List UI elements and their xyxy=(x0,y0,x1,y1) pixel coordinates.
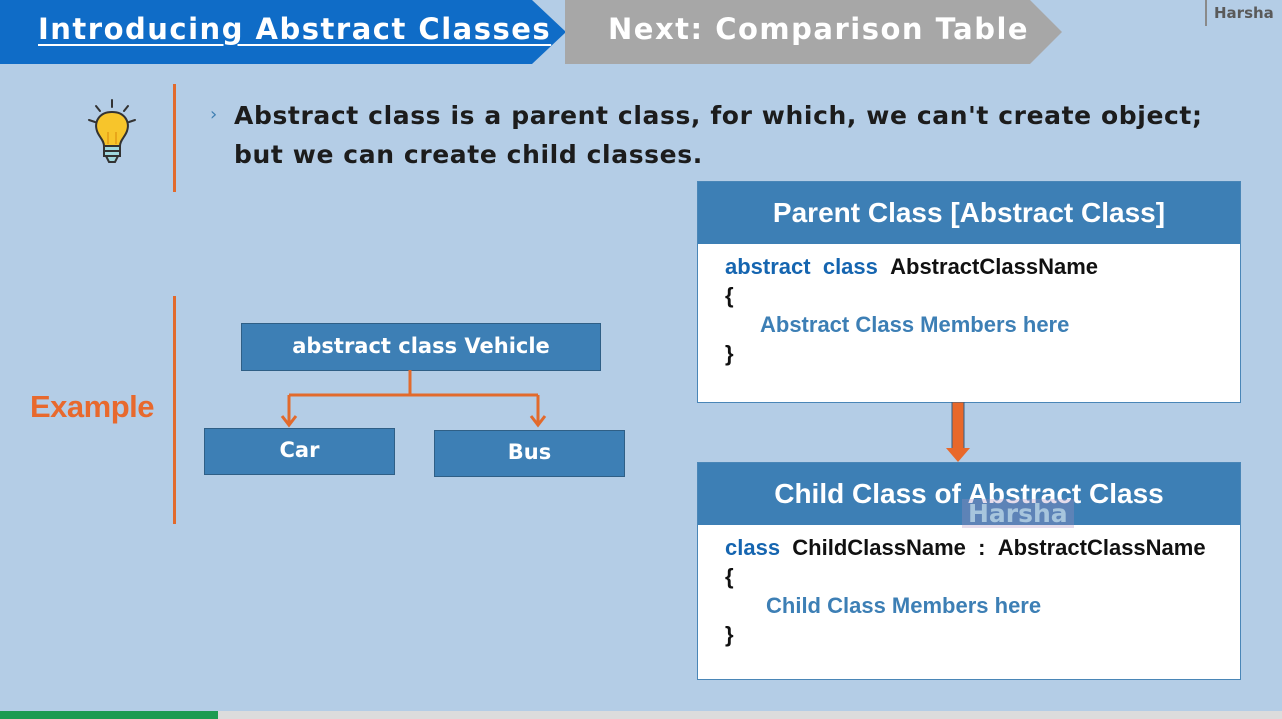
parent-card-title: Parent Class [Abstract Class] xyxy=(698,182,1240,244)
inheritance-arrows xyxy=(280,370,547,428)
close-brace: } xyxy=(725,341,734,366)
example-label: Example xyxy=(30,389,155,424)
class-keyword: class xyxy=(822,254,878,279)
child-class-label-car: Car xyxy=(279,438,320,462)
watermark-subtitle: Web University xyxy=(975,527,1066,541)
example-divider xyxy=(173,296,176,524)
bullet-text: Abstract class is a parent class, for wh… xyxy=(234,101,1203,169)
open-brace: { xyxy=(725,283,734,308)
chevron-right-icon: › xyxy=(210,104,218,125)
child-card-code: class ChildClassName : AbstractClassName… xyxy=(698,525,1240,649)
parent-card-code: abstract class AbstractClassName { Abstr… xyxy=(698,244,1240,368)
child-class-card: Child Class of Abstract Class class Chil… xyxy=(697,462,1241,680)
abstract-members-text: Abstract Class Members here xyxy=(760,312,1070,337)
next-topic-title: Next: Comparison Table xyxy=(608,12,1030,46)
child-members-text: Child Class Members here xyxy=(766,593,1042,618)
child-class-label-bus: Bus xyxy=(507,440,552,464)
tab-next-topic[interactable]: Next: Comparison Table xyxy=(565,0,1062,64)
parent-class-card: Parent Class [Abstract Class] abstract c… xyxy=(697,181,1241,403)
parent-class-box: abstract class Vehicle xyxy=(241,323,601,371)
parent-class-label: abstract class Vehicle xyxy=(292,334,550,358)
video-progress-fill xyxy=(0,711,218,719)
abstract-class-name: AbstractClassName xyxy=(890,254,1098,279)
abstract-keyword: abstract xyxy=(725,254,811,279)
child-open-brace: { xyxy=(725,564,734,589)
child-close-brace: } xyxy=(725,622,734,647)
down-arrow-icon xyxy=(946,402,970,462)
class-keyword-child: class xyxy=(725,535,781,560)
brand-label: Harsha xyxy=(1205,0,1274,26)
tab-current-topic[interactable]: Introducing Abstract Classes xyxy=(0,0,566,64)
video-progress-bar[interactable] xyxy=(0,711,1282,719)
watermark-logo: Harsha xyxy=(962,499,1074,528)
child-class-box-bus: Bus xyxy=(434,430,625,477)
lightbulb-icon xyxy=(88,99,136,163)
bullet-divider xyxy=(173,84,176,192)
child-class-name: ChildClassName xyxy=(792,535,966,560)
child-class-box-car: Car xyxy=(204,428,395,475)
current-topic-title: Introducing Abstract Classes xyxy=(38,12,552,46)
